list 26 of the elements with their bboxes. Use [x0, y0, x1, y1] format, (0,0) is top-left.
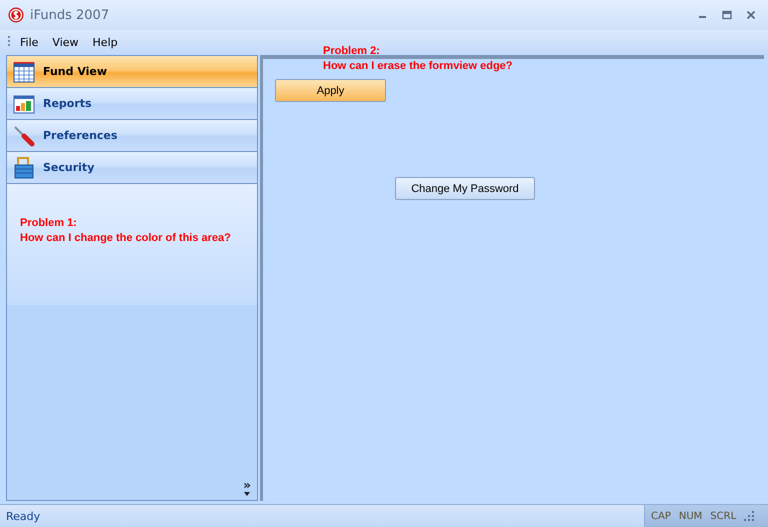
lock-icon	[13, 156, 35, 178]
menu-item[interactable]: File	[15, 36, 44, 48]
nav-item[interactable]: Reports	[7, 88, 257, 120]
calendar-icon	[13, 60, 35, 82]
nav-item[interactable]: Preferences	[7, 120, 257, 152]
app-logo-icon	[8, 7, 24, 23]
status-indicator: SCRL	[710, 510, 736, 522]
overflow-chevron[interactable]: »	[243, 482, 251, 496]
maximize-icon[interactable]	[722, 10, 732, 20]
annotation-text: Problem 1: How can I change the color of this area?	[20, 216, 232, 246]
nav-item[interactable]: Security	[7, 152, 257, 184]
menu-item[interactable]: View	[47, 36, 84, 48]
change-password-button[interactable]: Change My Password	[395, 177, 535, 200]
bar-chart-icon	[13, 92, 35, 114]
grip-icon	[8, 36, 11, 48]
close-icon[interactable]	[746, 10, 756, 20]
status-text: Ready	[5, 510, 40, 522]
annotation-text: Problem 2: How can I erase the formview edge?	[323, 44, 513, 74]
status-indicator: CAP	[651, 510, 671, 522]
apply-button[interactable]: Apply	[275, 79, 386, 102]
window-title: iFunds 2007	[30, 8, 110, 22]
status-indicator: NUM	[678, 510, 702, 522]
resize-grip-icon[interactable]	[744, 511, 754, 521]
menu-item[interactable]: Help	[88, 36, 123, 48]
nav-item[interactable]: Fund View	[7, 56, 257, 88]
screwdriver-icon	[13, 124, 35, 146]
